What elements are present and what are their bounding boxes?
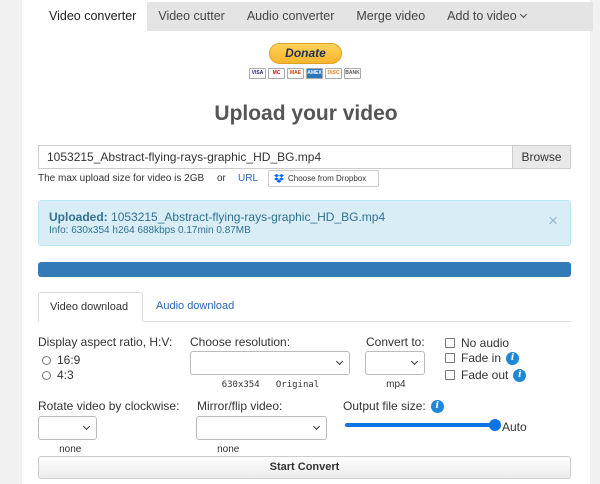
donate-button[interactable]: Donate (269, 43, 342, 64)
bank-card-icon: BANK (344, 68, 361, 79)
mirror-value: none (217, 444, 240, 455)
uploaded-file-info: Info: 630x354 h264 688kbps 0.17min 0.87M… (49, 225, 251, 236)
resolution-value: 630x354 Original (221, 380, 320, 390)
checkbox-box (445, 370, 455, 380)
format-value: mp4 (386, 379, 406, 390)
dropbox-button[interactable]: Choose from Dropbox (268, 170, 379, 187)
fade-in-label: Fade in (461, 351, 502, 365)
mastercard-icon: MC (268, 68, 285, 79)
chevron-down-icon (519, 10, 527, 19)
tab-video-cutter[interactable]: Video cutter (147, 2, 235, 31)
convert-to-label: Convert to: (366, 335, 425, 349)
tab-audio-download[interactable]: Audio download (145, 292, 245, 322)
no-audio-checkbox[interactable]: No audio (445, 336, 509, 350)
amex-card-icon: AMEX (306, 68, 323, 79)
file-path-input[interactable]: 1053215_Abstract-flying-rays-graphic_HD_… (38, 145, 512, 169)
checkbox-box (445, 338, 455, 348)
info-icon[interactable]: i (430, 399, 444, 413)
chevron-down-icon (410, 357, 419, 366)
rotate-value: none (59, 444, 82, 455)
url-link[interactable]: URL (238, 173, 258, 184)
maestro-card-icon: MAE (287, 68, 304, 79)
fade-out-label: Fade out (461, 368, 509, 382)
tab-add-to-video-label: Add to video (447, 9, 517, 23)
tab-audio-converter[interactable]: Audio converter (236, 2, 346, 31)
page-title: Upload your video (214, 102, 398, 125)
upload-progress-bar (38, 262, 571, 277)
payment-cards: VISA MC MAE AMEX DISC BANK (249, 68, 361, 79)
info-icon[interactable]: i (513, 368, 527, 382)
page: Video converter Video cutter Audio conve… (22, 0, 593, 484)
dropbox-label: Choose from Dropbox (288, 174, 367, 183)
chevron-down-icon (335, 357, 344, 366)
uploaded-filename: 1053215_Abstract-flying-rays-graphic_HD_… (111, 210, 386, 224)
tab-merge-video[interactable]: Merge video (345, 2, 436, 31)
fade-in-checkbox[interactable]: Fade in i (445, 351, 520, 365)
aspect-4-3-radio[interactable]: 4:3 (42, 368, 74, 382)
no-audio-label: No audio (461, 336, 510, 350)
fade-out-checkbox[interactable]: Fade out i (445, 368, 527, 382)
uploaded-info-panel: Uploaded: 1053215_Abstract-flying-rays-g… (38, 200, 571, 246)
or-text: or (217, 173, 226, 184)
tab-video-converter[interactable]: Video converter (38, 2, 148, 31)
tab-video-download[interactable]: Video download (38, 292, 143, 322)
output-size-label-row: Output file size: i (343, 399, 444, 413)
output-size-value: Auto (502, 420, 527, 434)
discover-card-icon: DISC (325, 68, 342, 79)
slider-thumb[interactable] (489, 419, 501, 431)
max-upload-note: The max upload size for video is 2GB (38, 173, 205, 184)
aspect-16-9-label: 16:9 (57, 353, 81, 367)
browse-button[interactable]: Browse (512, 145, 571, 169)
tab-add-to-video[interactable]: Add to video (436, 2, 537, 31)
uploaded-prefix: Uploaded: (49, 210, 108, 224)
aspect-16-9-radio[interactable]: 16:9 (42, 353, 80, 367)
slider-track (345, 423, 495, 427)
rotate-label: Rotate video by clockwise: (38, 399, 180, 413)
output-size-slider[interactable] (345, 419, 501, 431)
upload-progress-fill (38, 262, 571, 277)
info-icon[interactable]: i (506, 351, 520, 365)
radio-circle (42, 370, 51, 380)
aspect-ratio-label: Display aspect ratio, H:V: (38, 335, 173, 349)
visa-card-icon: VISA (249, 68, 266, 79)
aspect-4-3-label: 4:3 (57, 368, 74, 382)
chevron-down-icon (312, 422, 321, 431)
start-convert-button[interactable]: Start Convert (38, 456, 571, 479)
chevron-down-icon (82, 422, 91, 431)
resolution-select[interactable]: 630x354 Original (190, 351, 350, 390)
resolution-label: Choose resolution: (190, 335, 291, 349)
rotate-select[interactable]: none (38, 416, 97, 455)
mirror-label: Mirror/flip video: (197, 399, 283, 413)
format-select[interactable]: mp4 (365, 351, 425, 390)
mirror-select[interactable]: none (196, 416, 327, 455)
top-nav: Video converter Video cutter Audio conve… (38, 2, 593, 31)
output-size-label: Output file size: (343, 399, 426, 413)
uploaded-title: Uploaded: 1053215_Abstract-flying-rays-g… (49, 210, 385, 224)
radio-circle (42, 355, 51, 365)
dropbox-icon (274, 174, 284, 183)
close-icon[interactable]: × (548, 212, 558, 229)
checkbox-box (445, 353, 455, 363)
